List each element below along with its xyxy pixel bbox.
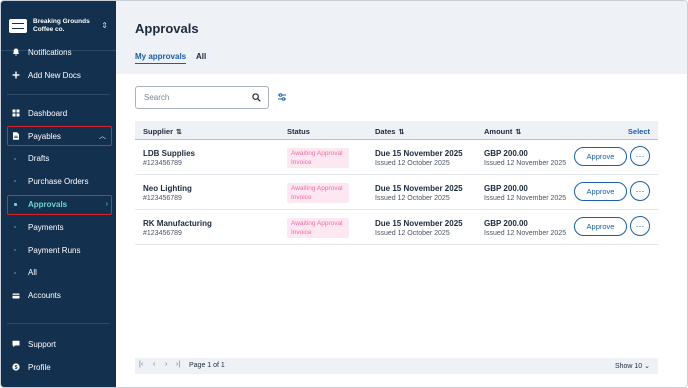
more-options-button[interactable]: ··· bbox=[630, 181, 650, 201]
dollar-icon: $ bbox=[12, 363, 20, 371]
supplier-name: RK Manufacturing bbox=[143, 219, 212, 228]
pagination-bar: |‹ ‹ › ›| Page 1 of 1 Show 10 ⌄ bbox=[135, 358, 658, 374]
supplier-name: Neo Lighting bbox=[143, 184, 192, 193]
sidebar-item-label: Accounts bbox=[28, 291, 61, 301]
sidebar-item-dashboard[interactable]: Dashboard bbox=[1, 102, 116, 125]
sidebar-divider bbox=[7, 94, 110, 95]
supplier-id: #123456789 bbox=[143, 160, 182, 167]
issued-date: Issued 12 October 2025 bbox=[375, 160, 450, 167]
issued-date: Issued 12 October 2025 bbox=[375, 195, 450, 202]
approve-button[interactable]: Approve bbox=[574, 147, 627, 166]
dashboard-icon bbox=[12, 109, 20, 117]
status-badge: Awaiting Approval Invoice bbox=[287, 148, 349, 168]
tab-all[interactable]: All bbox=[196, 52, 206, 61]
sidebar-item-label: Payments bbox=[28, 222, 64, 232]
amount-issued-date: Issued 12 November 2025 bbox=[484, 160, 567, 167]
bell-icon bbox=[12, 48, 20, 56]
search-box bbox=[135, 86, 269, 109]
sidebar-item-notifications[interactable]: Notifications bbox=[1, 41, 116, 64]
sidebar-item-label: Drafts bbox=[28, 154, 50, 164]
amount-issued-date: Issued 12 November 2025 bbox=[484, 195, 567, 202]
sidebar-item-accounts[interactable]: Accounts bbox=[1, 284, 116, 307]
page-indicator: Page 1 of 1 bbox=[189, 362, 225, 369]
amount-value: GBP 200.00 bbox=[484, 184, 528, 193]
approve-button[interactable]: Approve bbox=[574, 182, 627, 201]
sidebar-item-add-new-docs[interactable]: Add New Docs bbox=[1, 64, 116, 87]
highlight-box-approvals bbox=[7, 195, 112, 215]
search-icon[interactable] bbox=[252, 93, 261, 102]
amount-value: GBP 200.00 bbox=[484, 149, 528, 158]
sidebar-bottom-nav: Support $ Profile bbox=[1, 333, 116, 379]
sidebar-item-payment-runs[interactable]: Payment Runs bbox=[1, 239, 116, 262]
more-options-button[interactable]: ··· bbox=[630, 216, 650, 236]
due-date: Due 15 November 2025 bbox=[375, 149, 463, 158]
column-header-supplier[interactable]: Supplier ⇅ bbox=[143, 127, 182, 136]
main-content: Approvals My approvals All Supplier⇅ Sta… bbox=[116, 1, 687, 387]
approvals-table: Supplier ⇅ Status Dates ⇅ Amount ⇅ Select L… bbox=[135, 121, 658, 245]
issued-date: Issued 12 October 2025 bbox=[375, 230, 450, 237]
sidebar-item-label: Purchase Orders bbox=[28, 177, 89, 187]
highlight-box-payables bbox=[7, 126, 112, 146]
select-link[interactable]: Select bbox=[628, 127, 650, 136]
more-options-button[interactable]: ··· bbox=[630, 146, 650, 166]
sidebar-divider bbox=[7, 323, 110, 324]
chevron-up-down-icon[interactable]: ⇕ bbox=[101, 21, 108, 30]
sort-icon[interactable]: ⇅ bbox=[176, 129, 182, 136]
plus-icon bbox=[12, 71, 20, 79]
table-header: Supplier ⇅ Status Dates ⇅ Amount ⇅ Select bbox=[135, 121, 658, 140]
table-row[interactable]: Neo Lighting #123456789 Awaiting Approva… bbox=[135, 175, 658, 210]
sidebar-item-payments[interactable]: Payments bbox=[1, 216, 116, 239]
wallet-icon bbox=[12, 292, 20, 300]
status-badge: Awaiting Approval Invoice bbox=[287, 218, 349, 238]
amount-issued-date: Issued 12 November 2025 bbox=[484, 230, 567, 237]
sidebar-item-support[interactable]: Support bbox=[1, 333, 116, 356]
due-date: Due 15 November 2025 bbox=[375, 219, 463, 228]
first-page-button[interactable]: |‹ bbox=[139, 361, 143, 368]
sidebar-item-label: Add New Docs bbox=[28, 70, 81, 80]
supplier-name: LDB Supplies bbox=[143, 149, 196, 158]
sort-icon[interactable]: ⇅ bbox=[515, 129, 521, 136]
sort-icon[interactable]: ⇅ bbox=[398, 129, 404, 136]
sidebar-top-nav: Notifications Add New Docs bbox=[1, 41, 116, 87]
search-input[interactable] bbox=[136, 87, 246, 108]
supplier-id: #123456789 bbox=[143, 195, 182, 202]
amount-value: GBP 200.00 bbox=[484, 219, 528, 228]
sidebar-item-all[interactable]: All bbox=[1, 262, 116, 285]
last-page-button[interactable]: ›| bbox=[176, 361, 180, 368]
sidebar-item-purchase-orders[interactable]: Purchase Orders bbox=[1, 170, 116, 193]
page-title: Approvals bbox=[135, 21, 199, 36]
approve-button[interactable]: Approve bbox=[574, 217, 627, 236]
next-page-button[interactable]: › bbox=[165, 361, 167, 368]
supplier-id: #123456789 bbox=[143, 230, 182, 237]
sidebar-item-drafts[interactable]: Drafts bbox=[1, 148, 116, 171]
column-header-status: Status bbox=[287, 127, 310, 136]
page-size-select[interactable]: Show 10 ⌄ bbox=[615, 362, 650, 370]
prev-page-button[interactable]: ‹ bbox=[153, 361, 155, 368]
chat-icon bbox=[12, 340, 20, 348]
table-row[interactable]: LDB Supplies #123456789 Awaiting Approva… bbox=[135, 140, 658, 175]
app-window: Breaking Grounds Coffee co. ⇕ Notificati… bbox=[0, 0, 688, 388]
sidebar-item-label: All bbox=[28, 268, 37, 278]
org-name: Breaking Grounds Coffee co. bbox=[33, 17, 90, 33]
sidebar-item-label: Payment Runs bbox=[28, 245, 81, 255]
sidebar-item-label: Notifications bbox=[28, 47, 72, 57]
filter-sliders-icon[interactable] bbox=[277, 92, 287, 102]
column-header-dates[interactable]: Dates ⇅ bbox=[375, 127, 404, 136]
svg-text:$: $ bbox=[14, 365, 17, 371]
sidebar-item-label: Profile bbox=[28, 362, 51, 372]
org-logo bbox=[9, 18, 27, 33]
sidebar: Breaking Grounds Coffee co. ⇕ Notificati… bbox=[1, 1, 116, 387]
column-header-amount[interactable]: Amount ⇅ bbox=[484, 127, 521, 136]
table-row[interactable]: RK Manufacturing #123456789 Awaiting App… bbox=[135, 210, 658, 245]
sidebar-item-profile[interactable]: $ Profile bbox=[1, 356, 116, 379]
tab-my-approvals[interactable]: My approvals bbox=[135, 52, 187, 64]
sidebar-item-label: Support bbox=[28, 339, 57, 349]
sidebar-item-label: Dashboard bbox=[28, 108, 68, 118]
due-date: Due 15 November 2025 bbox=[375, 184, 463, 193]
status-badge: Awaiting Approval Invoice bbox=[287, 183, 349, 203]
page-header bbox=[116, 1, 687, 74]
